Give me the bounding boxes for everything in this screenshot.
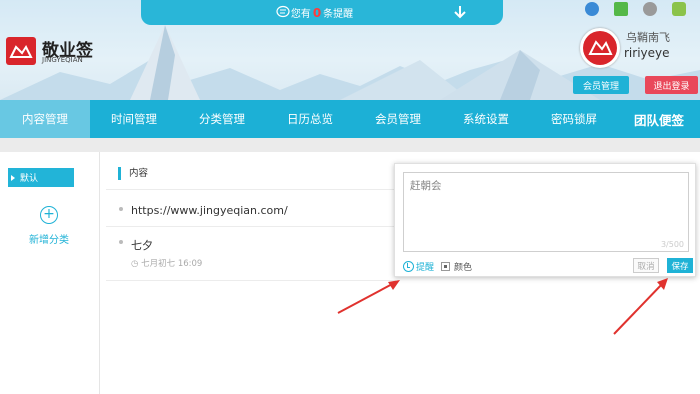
divider [106, 226, 396, 227]
user-name: 乌鞘南飞 [626, 31, 670, 44]
logo-icon [9, 45, 33, 58]
note-time-text: 七月初七 16:09 [141, 259, 203, 269]
bullet-icon [119, 240, 123, 244]
nav-system-settings[interactable]: 系统设置 [442, 100, 530, 138]
member-management-button[interactable]: 会员管理 [573, 76, 629, 94]
color-square-icon [441, 262, 450, 271]
clock-icon [403, 261, 414, 272]
logout-button[interactable]: 退出登录 [645, 76, 698, 94]
cancel-button[interactable]: 取消 [633, 258, 659, 273]
char-counter: 3/500 [660, 240, 684, 249]
annotation-arrow-remind [337, 281, 397, 314]
save-button[interactable]: 保存 [667, 258, 693, 273]
nav-member-management[interactable]: 会员管理 [354, 100, 442, 138]
divider [106, 280, 396, 281]
color-label: 颜色 [454, 263, 473, 273]
bullet-icon [119, 207, 123, 211]
apple-icon[interactable] [643, 2, 657, 16]
windows-icon[interactable] [614, 2, 628, 16]
plus-icon[interactable]: + [40, 206, 58, 224]
note-editor-popup: 赶朝会 3/500 提醒 颜色 取消 保存 [394, 163, 696, 277]
color-button[interactable]: 颜色 [441, 260, 472, 273]
note-time: ◷ 七月初七 16:09 [131, 259, 203, 269]
divider [106, 189, 396, 190]
note-text: 赶朝会 [410, 180, 442, 192]
annotation-arrow-save [613, 281, 665, 335]
note-textarea[interactable]: 赶朝会 3/500 [403, 172, 689, 252]
category-sidebar [0, 152, 100, 394]
header: 您有 0 条提醒 敬业签 JINGYEQIAN 乌鞘南飞 ririyeye 会员… [0, 0, 700, 100]
logo [6, 37, 36, 65]
nav-content-management[interactable]: 内容管理 [0, 100, 90, 138]
nav-team-notes[interactable]: 团队便签 [618, 100, 700, 138]
user-id: ririyeye [624, 46, 670, 60]
notice-prefix: 您有 [290, 9, 311, 20]
nav-category-management[interactable]: 分类管理 [178, 100, 266, 138]
remind-button[interactable]: 提醒 [403, 260, 434, 273]
reminder-notice-bar[interactable]: 您有 0 条提醒 [141, 0, 503, 25]
android-icon[interactable] [672, 2, 686, 16]
notice-suffix: 条提醒 [323, 9, 354, 20]
nav-calendar-overview[interactable]: 日历总览 [266, 100, 354, 138]
content-header: 内容 [118, 167, 148, 180]
annotation-arrowhead [657, 278, 668, 290]
avatar-logo-icon [583, 31, 617, 65]
list-item[interactable]: https://www.jingyeqian.com/ [131, 204, 288, 217]
notice-count: 0 [312, 5, 322, 20]
ie-icon[interactable] [585, 2, 599, 16]
brand-subtitle: JINGYEQIAN [42, 56, 83, 64]
bubble-icon [276, 5, 290, 18]
category-default[interactable]: 默认 [8, 168, 74, 187]
annotation-arrowhead [388, 280, 400, 290]
nav-time-management[interactable]: 时间管理 [90, 100, 178, 138]
arrow-down-icon[interactable] [453, 5, 467, 19]
add-category-label[interactable]: 新增分类 [29, 231, 69, 246]
main-nav: 内容管理 时间管理 分类管理 日历总览 会员管理 系统设置 密码锁屏 团队便签 [0, 100, 700, 138]
list-item[interactable]: 七夕 [131, 237, 153, 253]
nav-password-lock[interactable]: 密码锁屏 [530, 100, 618, 138]
remind-label: 提醒 [416, 263, 435, 273]
divider-bar [0, 138, 700, 152]
avatar[interactable] [580, 28, 620, 68]
